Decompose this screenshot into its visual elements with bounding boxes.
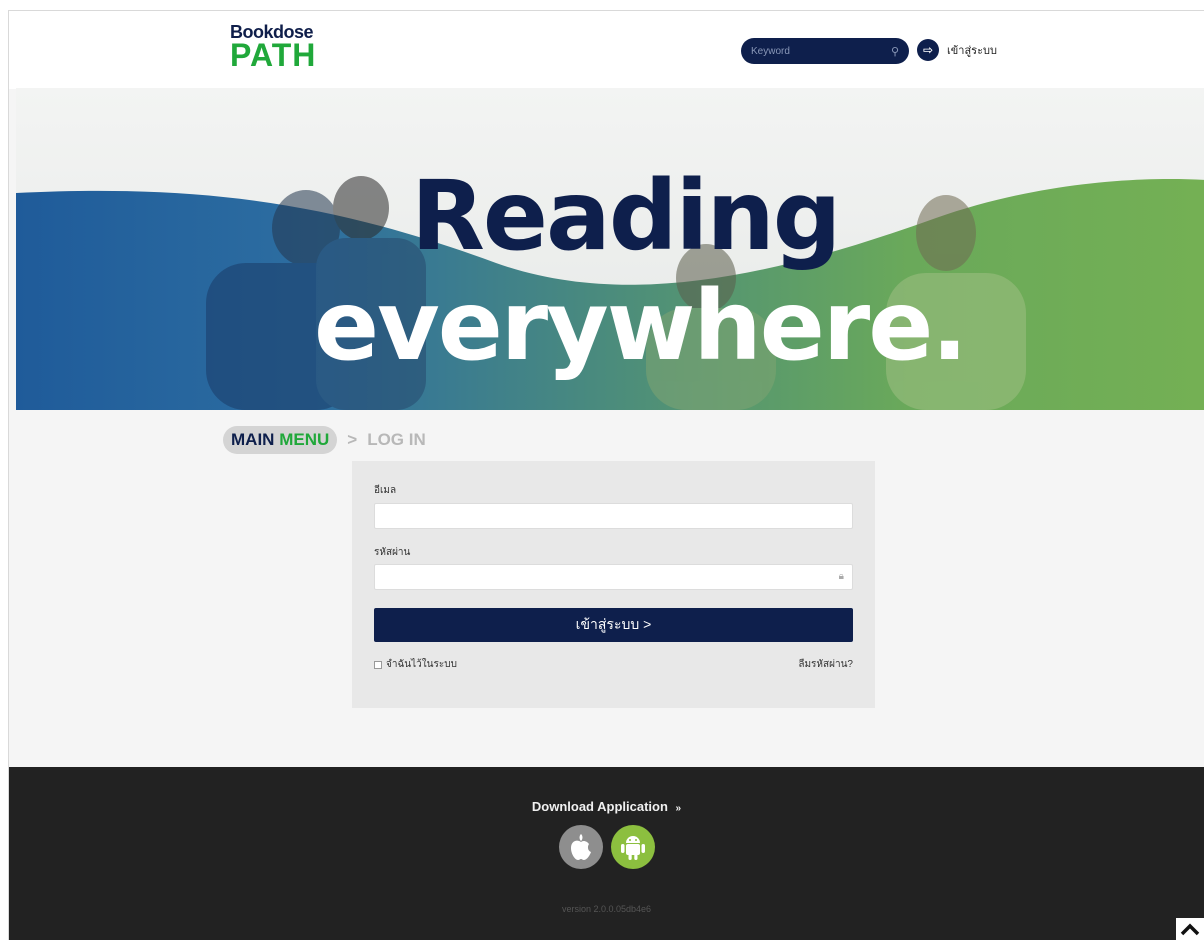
scroll-to-top-button[interactable]	[1176, 918, 1204, 940]
hero-headline-line1: Reading	[411, 160, 841, 272]
breadcrumb: MAIN MENU > LOG IN	[223, 426, 426, 454]
password-label: รหัสผ่าน	[374, 547, 411, 558]
email-label: อีเมล	[374, 485, 397, 496]
remember-label: จำฉันไว้ในระบบ	[386, 659, 457, 670]
remember-me[interactable]: จำฉันไว้ในระบบ	[374, 657, 457, 672]
login-panel: อีเมล รหัสผ่าน 🔒︎ เข้าสู่ระบบ > จำฉันไว้…	[352, 461, 875, 708]
hero-headline-line2: everywhere.	[314, 270, 968, 382]
logo-main-text: PATH	[230, 37, 317, 73]
chevron-up-icon	[1180, 923, 1200, 936]
lock-icon: 🔒︎	[838, 571, 844, 582]
hero-banner: Reading everywhere.	[16, 88, 1204, 410]
chevron-down-icon: »	[675, 803, 682, 814]
email-field[interactable]	[374, 503, 853, 529]
download-app-title: Download Application »	[9, 799, 1204, 814]
apple-icon[interactable]	[558, 825, 603, 869]
android-icon[interactable]	[610, 825, 655, 869]
breadcrumb-separator: >	[347, 430, 358, 449]
password-field[interactable]: 🔒︎	[374, 564, 853, 590]
page-frame: Bookdose PATH ⚲ ⇨ เข้าสู่ระบบ	[8, 10, 1204, 940]
remember-checkbox[interactable]	[374, 660, 382, 669]
login-submit-button[interactable]: เข้าสู่ระบบ >	[374, 608, 853, 642]
header-login-link[interactable]: ⇨ เข้าสู่ระบบ	[917, 39, 997, 61]
site-header: Bookdose PATH ⚲ ⇨ เข้าสู่ระบบ	[9, 11, 1204, 89]
site-footer: Download Application » version 2.0.0.05d…	[9, 767, 1204, 940]
breadcrumb-main-word: MAIN	[231, 430, 275, 449]
login-icon: ⇨	[917, 39, 939, 61]
forgot-password-link[interactable]: ลืมรหัสผ่าน?	[798, 657, 853, 672]
breadcrumb-main-menu[interactable]: MAIN MENU	[223, 426, 338, 454]
download-app-label: Download Application	[531, 799, 668, 814]
app-download-icons	[9, 825, 1204, 869]
search-input[interactable]	[751, 45, 891, 57]
breadcrumb-menu-word: MENU	[279, 430, 330, 449]
search-box: ⚲	[741, 38, 909, 64]
breadcrumb-current: LOG IN	[367, 430, 426, 449]
search-icon[interactable]: ⚲	[891, 45, 899, 58]
version-text: version 2.0.0.05db4e6	[561, 904, 652, 914]
site-logo[interactable]: Bookdose PATH	[230, 23, 316, 71]
header-login-label: เข้าสู่ระบบ	[947, 45, 997, 57]
